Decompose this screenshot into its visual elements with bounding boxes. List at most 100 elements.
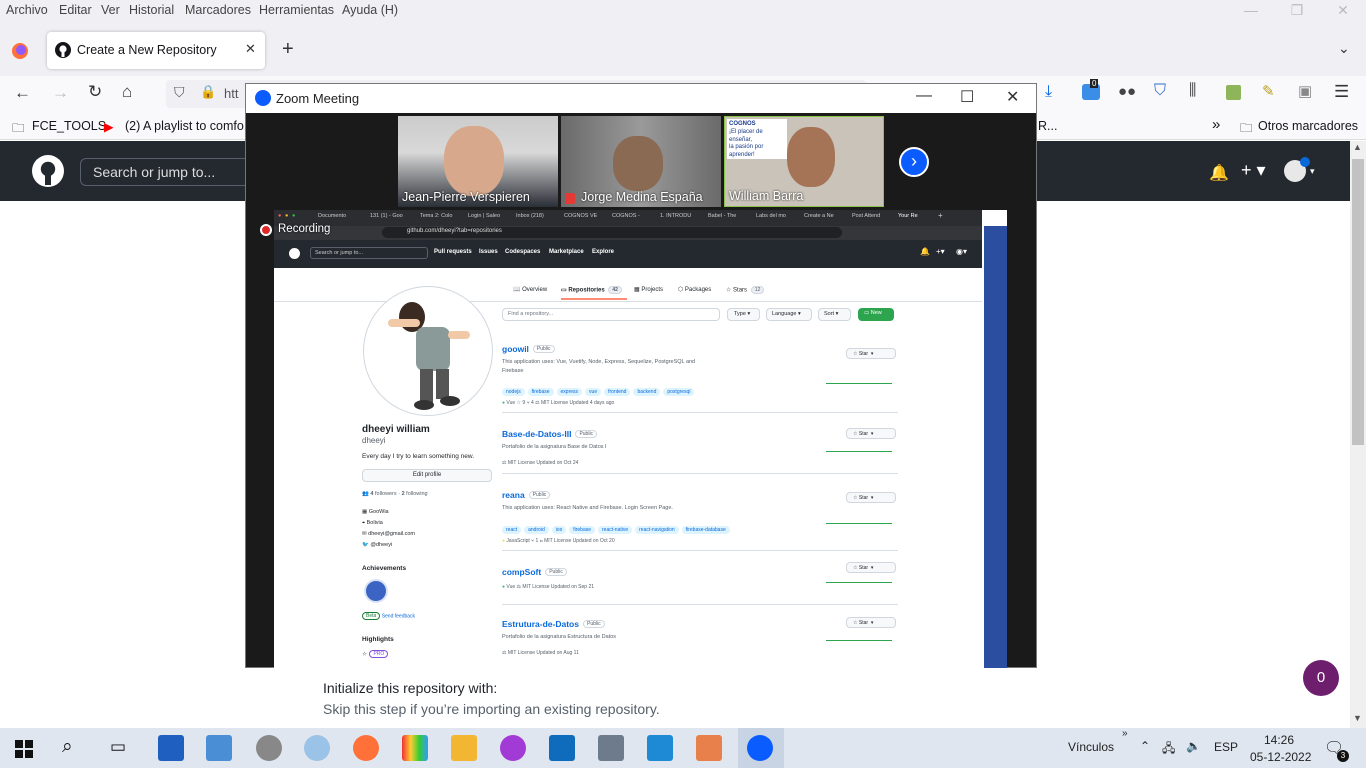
menu-ver[interactable]: Ver: [101, 3, 120, 17]
zoom-close-icon[interactable]: ✕: [1006, 87, 1019, 107]
page-scrollbar[interactable]: ▲ ▼: [1350, 141, 1366, 728]
menu-archivo[interactable]: Archivo: [6, 3, 48, 17]
extension-green-icon[interactable]: [1226, 85, 1241, 100]
windows-start-icon[interactable]: [15, 740, 33, 758]
taskbar-app-icon[interactable]: [158, 735, 184, 761]
taskbar-app-purple-icon[interactable]: [500, 735, 526, 761]
shared-tab: Create a Ne: [804, 213, 834, 219]
tab-create-repository[interactable]: Create a New Repository ✕: [47, 32, 265, 69]
shared-nav-issues: Issues: [479, 249, 498, 255]
close-window-icon[interactable]: ✕: [1320, 2, 1366, 24]
zoom-logo-icon: [255, 90, 271, 106]
vinculos-expand-icon[interactable]: »: [1122, 728, 1128, 739]
bookmark-otros[interactable]: Otros marcadores: [1258, 119, 1358, 133]
chat-count-badge[interactable]: 0: [1303, 660, 1339, 696]
bitwarden-icon[interactable]: ⛉: [1154, 82, 1166, 100]
taskbar-vscode-icon[interactable]: [647, 735, 673, 761]
repo-topics: react android ios firebase react-native react…: [502, 519, 898, 534]
taskbar-media-icon[interactable]: [206, 735, 232, 761]
extension-dots-icon[interactable]: ●●: [1118, 83, 1136, 100]
taskbar-firefox-icon[interactable]: [353, 735, 379, 761]
shared-address-bar: github.com/dheeyi?tab=repositories: [274, 226, 982, 240]
tab-close-icon[interactable]: ✕: [245, 41, 256, 57]
taskbar-paint-icon[interactable]: [402, 735, 428, 761]
followers-line: 👥 4 followers · 2 following: [362, 491, 428, 497]
taskbar-zoom-icon[interactable]: [747, 735, 773, 761]
github-search-input[interactable]: Search or jump to...: [80, 158, 250, 186]
zoom-maximize-icon[interactable]: ☐: [960, 87, 974, 107]
tray-chevron-icon[interactable]: ⌃: [1140, 739, 1150, 753]
minimize-icon[interactable]: —: [1228, 2, 1274, 24]
taskbar-outlook-icon[interactable]: [549, 735, 575, 761]
shield-icon[interactable]: ⛉: [174, 84, 185, 101]
active-tab-underline: [561, 298, 627, 300]
participant-name: Jorge Medina España: [581, 190, 703, 204]
menu-marcadores[interactable]: Marcadores: [185, 3, 251, 17]
list-tabs-icon[interactable]: ⌄: [1338, 40, 1350, 57]
shared-tab: Babel - The: [708, 213, 737, 219]
taskbar-app-orange-icon[interactable]: [696, 735, 722, 761]
new-tab-icon[interactable]: +: [282, 38, 294, 61]
download-icon[interactable]: ⤓: [1045, 83, 1052, 101]
video-tile-participant-3[interactable]: COGNOS ¡El placer de enseñar, la pasión …: [724, 116, 884, 207]
clock-date[interactable]: 05-12-2022: [1250, 750, 1311, 764]
extension-pen-icon[interactable]: ✎: [1262, 82, 1275, 100]
forward-icon[interactable]: →: [52, 83, 69, 103]
scroll-up-icon[interactable]: ▲: [1353, 142, 1362, 152]
library-icon[interactable]: ⫼: [1189, 82, 1196, 100]
back-icon[interactable]: ←: [14, 83, 31, 103]
network-icon[interactable]: 🖧: [1162, 739, 1175, 760]
bookmark-playlist[interactable]: (2) A playlist to comfo...: [125, 119, 254, 133]
chevron-down-icon[interactable]: ▾: [1310, 166, 1315, 177]
profile-email: ✉ dheeyi@gmail.com: [362, 531, 415, 537]
tab-title: Create a New Repository: [77, 43, 217, 57]
menu-historial[interactable]: Historial: [129, 3, 174, 17]
vinculos-toolbar[interactable]: Vínculos: [1068, 740, 1114, 754]
menu-ayuda[interactable]: Ayuda (H): [342, 3, 398, 17]
reload-icon[interactable]: ↻: [88, 82, 102, 102]
participant-face: [787, 127, 835, 187]
zoom-meeting-window[interactable]: Zoom Meeting — ☐ ✕ Jean-Pierre Verspiere…: [245, 83, 1037, 668]
bookmark-fce-tools[interactable]: FCE_TOOLS: [32, 119, 106, 133]
taskbar-office-icon[interactable]: [598, 735, 624, 761]
zoom-minimize-icon[interactable]: —: [916, 87, 932, 105]
hamburger-menu-icon[interactable]: ☰: [1334, 82, 1349, 102]
lock-icon[interactable]: 🔒: [200, 84, 216, 100]
github-logo-icon[interactable]: [32, 155, 64, 187]
profile-tab-repositories: ▭ Repositories 42: [561, 286, 622, 294]
profile-tab-overview: 📖 Overview: [513, 287, 548, 293]
scroll-thumb[interactable]: [1352, 159, 1364, 445]
bookmark-r[interactable]: R...: [1038, 119, 1057, 133]
clock-time[interactable]: 14:26: [1264, 733, 1294, 747]
shared-tab: Tema 2: Colo: [420, 213, 453, 219]
search-icon[interactable]: ⌕: [62, 736, 73, 758]
taskbar-folder-icon[interactable]: [451, 735, 477, 761]
task-view-icon[interactable]: ▭: [110, 737, 126, 757]
extension-screen-icon[interactable]: ▣: [1298, 82, 1312, 100]
volume-icon[interactable]: 🔈: [1186, 739, 1201, 753]
taskbar-eye-icon[interactable]: [256, 735, 282, 761]
home-icon[interactable]: ⌂: [122, 82, 132, 102]
bell-icon[interactable]: 🔔: [1209, 163, 1229, 183]
next-page-icon[interactable]: ›: [899, 147, 929, 177]
menu-herramientas[interactable]: Herramientas: [259, 3, 334, 17]
init-subtext: Skip this step if you’re importing an ex…: [323, 701, 660, 717]
scroll-down-icon[interactable]: ▼: [1353, 713, 1362, 723]
participant-face: [444, 126, 504, 196]
firefox-icon[interactable]: [11, 42, 29, 60]
shared-tab: Inbox (218): [516, 213, 544, 219]
restore-icon[interactable]: ❐: [1274, 2, 1320, 24]
zoom-title: Zoom Meeting: [276, 91, 360, 106]
menu-editar[interactable]: Editar: [59, 3, 92, 17]
shared-screen[interactable]: ● ● ● Documento 131 (1) - Goo Tema 2: Co…: [274, 210, 1007, 668]
url-text[interactable]: htt: [224, 86, 238, 101]
more-bookmarks-icon[interactable]: »: [1212, 116, 1220, 133]
create-new-icon[interactable]: + ▾: [1241, 160, 1266, 181]
video-tile-participant-1[interactable]: Jean-Pierre Verspieren: [398, 116, 558, 207]
profile-location: ⌖ Bolivia: [362, 520, 383, 526]
video-tile-participant-2[interactable]: Jorge Medina España: [561, 116, 721, 207]
language-indicator[interactable]: ESP: [1214, 740, 1238, 754]
shared-tab: Login | Saleo: [468, 213, 501, 219]
taskbar-magnifier-icon[interactable]: [304, 735, 330, 761]
participant-name: William Barra: [729, 189, 804, 203]
